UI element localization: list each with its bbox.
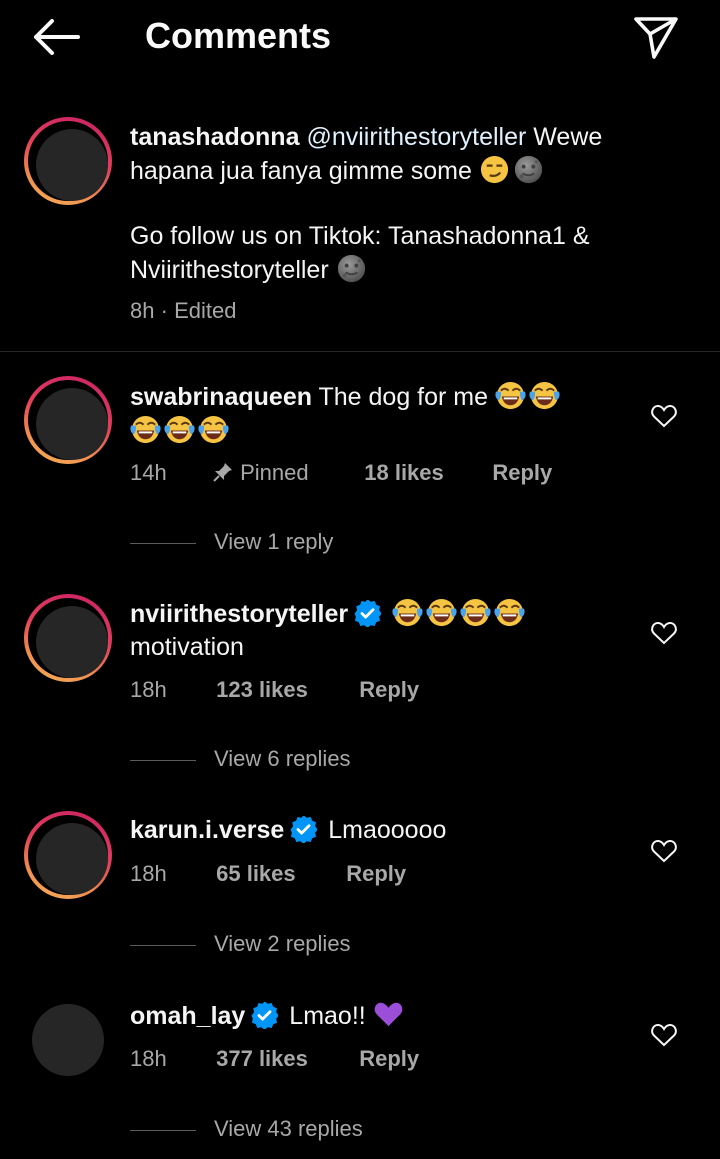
comment-username[interactable]: omah_lay: [130, 1002, 245, 1030]
smirk-emoji-icon: [479, 154, 510, 185]
laughing-emoji-icon: [130, 414, 161, 445]
comment-text: nviirithestoryteller motivation: [130, 597, 600, 664]
comment-time: 18h: [130, 861, 167, 886]
view-replies-button[interactable]: View 2 replies: [130, 929, 351, 959]
likes-count[interactable]: 65 likes: [216, 859, 340, 889]
comment-body: Lmaooooo: [328, 816, 447, 844]
laughing-emoji-icon: [392, 597, 424, 628]
comment-time: 18h: [130, 677, 167, 702]
comment-meta: 18h 377 likes Reply: [130, 1044, 419, 1074]
avatar[interactable]: [24, 811, 112, 899]
avatar[interactable]: [24, 594, 112, 682]
caption-time: 8h: [130, 298, 155, 323]
edited-label: Edited: [174, 298, 237, 323]
view-replies-button[interactable]: View 43 replies: [130, 1114, 363, 1144]
comment-body: The dog for me: [312, 383, 495, 411]
avatar[interactable]: [24, 117, 112, 205]
arrow-left-icon[interactable]: [28, 14, 82, 60]
view-replies-button[interactable]: View 1 reply: [130, 527, 333, 557]
pin-icon: [213, 463, 233, 482]
comment-body: Lmao!!: [289, 1002, 373, 1030]
laughing-emoji-icon: [494, 380, 526, 411]
verified-badge-icon: [354, 600, 382, 627]
reply-button[interactable]: Reply: [346, 859, 406, 889]
reply-button[interactable]: Reply: [492, 458, 552, 488]
paper-plane-icon[interactable]: [630, 12, 682, 62]
comment-time: 18h: [130, 1046, 167, 1071]
pinned-label: Pinned: [212, 458, 358, 488]
reply-button[interactable]: Reply: [359, 1044, 419, 1074]
heart-icon[interactable]: [651, 621, 677, 645]
comment-text: swabrinaqueen The dog for me: [130, 380, 600, 448]
comment-body: motivation: [130, 633, 244, 661]
comment-username[interactable]: karun.i.verse: [130, 816, 284, 844]
caption-username[interactable]: tanashadonna: [130, 123, 299, 151]
likes-count[interactable]: 123 likes: [216, 675, 353, 705]
caption-text: tanashadonna @nviirithestoryteller Wewe …: [130, 121, 650, 287]
reply-button[interactable]: Reply: [359, 675, 419, 705]
comment-time: 14h: [130, 460, 167, 485]
comment-username[interactable]: swabrinaqueen: [130, 383, 312, 411]
moon-face-emoji-icon: [513, 154, 543, 185]
laughing-emoji-icon: [426, 597, 458, 628]
caption-meta: 8h · Edited: [130, 296, 236, 326]
meta-separator: ·: [160, 298, 168, 323]
comment-text: omah_lay Lmao!!: [130, 999, 600, 1033]
purple-heart-emoji-icon: [374, 1002, 402, 1027]
comment-meta: 18h 65 likes Reply: [130, 859, 406, 889]
comment-text: karun.i.verse Lmaooooo: [130, 814, 600, 847]
avatar[interactable]: [32, 1004, 104, 1076]
comment-username[interactable]: nviirithestoryteller: [130, 600, 348, 628]
laughing-emoji-icon: [164, 414, 195, 445]
laughing-emoji-icon: [198, 414, 229, 445]
heart-icon[interactable]: [651, 1023, 677, 1047]
laughing-emoji-icon: [528, 380, 560, 411]
likes-count[interactable]: 377 likes: [216, 1044, 353, 1074]
comment-meta: 18h 123 likes Reply: [130, 675, 419, 705]
caption-mention[interactable]: @nviirithestoryteller: [306, 123, 526, 151]
verified-badge-icon: [251, 1002, 279, 1029]
top-bar: Comments: [0, 0, 720, 75]
comment-meta: 14h Pinned 18 likes Reply: [130, 458, 552, 488]
post-caption: tanashadonna @nviirithestoryteller Wewe …: [0, 105, 720, 352]
page-title: Comments: [145, 15, 332, 56]
heart-icon[interactable]: [651, 404, 677, 428]
avatar[interactable]: [24, 376, 112, 464]
moon-face-emoji-icon: [336, 253, 366, 284]
view-replies-button[interactable]: View 6 replies: [130, 744, 351, 774]
heart-icon[interactable]: [651, 839, 677, 863]
laughing-emoji-icon: [494, 597, 526, 628]
verified-badge-icon: [290, 816, 318, 843]
likes-count[interactable]: 18 likes: [364, 458, 486, 488]
laughing-emoji-icon: [460, 597, 492, 628]
